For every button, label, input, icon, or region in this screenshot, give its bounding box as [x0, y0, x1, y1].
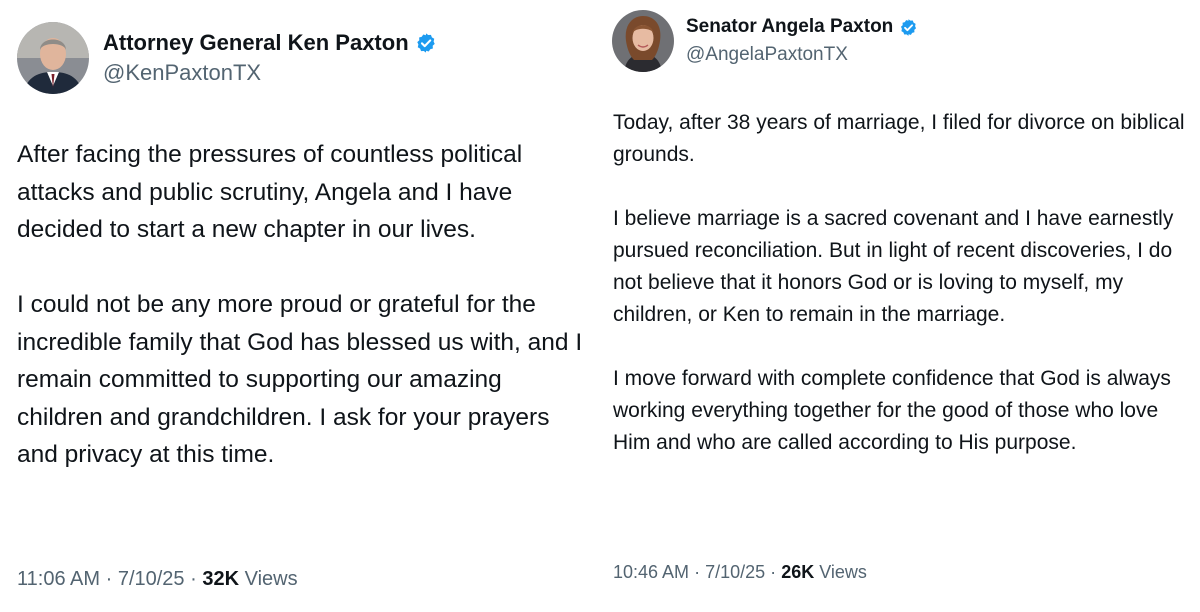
tweet-text: Today, after 38 years of marriage, I fil…	[613, 111, 1185, 454]
display-name[interactable]: Senator Angela Paxton	[686, 16, 893, 38]
views-count[interactable]: 26K	[781, 562, 814, 582]
meta-separator: ·	[190, 568, 197, 590]
author-name-row: Attorney General Ken Paxton	[103, 28, 437, 58]
verified-badge-icon	[899, 18, 918, 37]
views-label: Views	[819, 562, 867, 582]
tweet-ken-paxton: Attorney General Ken Paxton @KenPaxtonTX…	[0, 0, 596, 612]
meta-separator: ·	[770, 562, 777, 582]
display-name[interactable]: Attorney General Ken Paxton	[103, 30, 409, 56]
tweet-angela-paxton: Senator Angela Paxton @AngelaPaxtonTX To…	[596, 0, 1200, 612]
avatar-angela-paxton[interactable]	[612, 10, 674, 72]
tweet-time[interactable]: 10:46 AM	[613, 562, 689, 582]
tweet-date[interactable]: 7/10/25	[118, 568, 185, 590]
handle[interactable]: @AngelaPaxtonTX	[686, 44, 848, 66]
avatar-ken-paxton[interactable]	[17, 22, 89, 94]
views-count[interactable]: 32K	[202, 568, 239, 590]
handle[interactable]: @KenPaxtonTX	[103, 60, 261, 86]
tweet-date[interactable]: 7/10/25	[705, 562, 765, 582]
tweet-meta: 10:46 AM · 7/10/25 · 26K Views	[613, 562, 867, 583]
views-label: Views	[244, 568, 298, 590]
avatar-photo-angela	[612, 10, 674, 72]
tweet-time[interactable]: 11:06 AM	[17, 568, 100, 590]
avatar-photo-ken	[17, 22, 89, 94]
tweet-text: After facing the pressures of countless …	[17, 141, 583, 468]
meta-separator: ·	[105, 568, 113, 590]
verified-badge-icon	[415, 32, 437, 54]
author-name-row: Senator Angela Paxton	[686, 14, 918, 40]
meta-separator: ·	[694, 562, 701, 582]
tweet-meta: 11:06 AM · 7/10/25 · 32K Views	[17, 568, 298, 591]
